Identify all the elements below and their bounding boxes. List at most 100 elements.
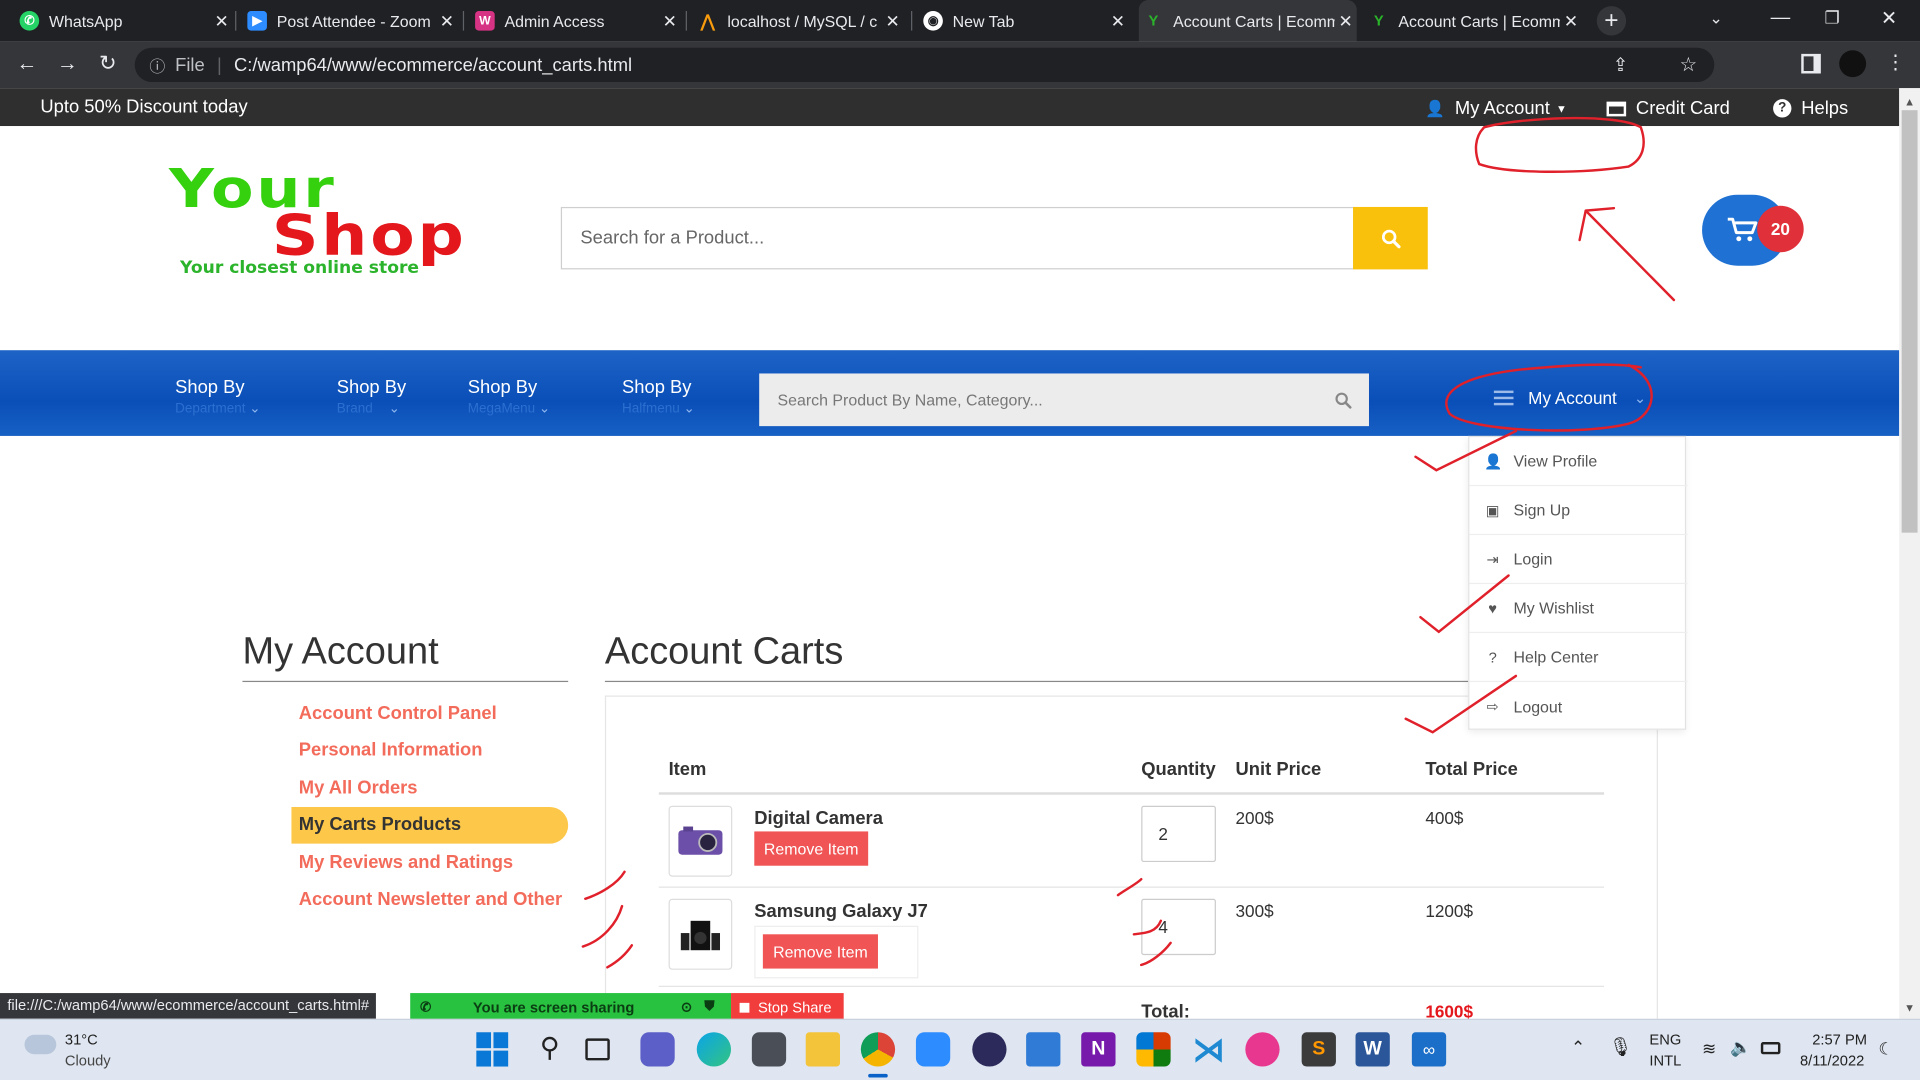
- close-icon[interactable]: ✕: [211, 10, 233, 31]
- task-view-icon[interactable]: [585, 1038, 610, 1061]
- remote-app-icon[interactable]: ∞: [1411, 1032, 1447, 1067]
- share-icon[interactable]: ⇪: [1613, 54, 1628, 76]
- screen-share-bar: ✆ You are screen sharing ⊙ ⛊: [410, 993, 732, 1022]
- window-close-icon[interactable]: ✕: [1881, 6, 1897, 30]
- reload-icon[interactable]: ↻: [94, 51, 121, 75]
- tab-whatsapp[interactable]: ✆ WhatsApp ✕: [15, 0, 233, 42]
- edge-icon[interactable]: [696, 1032, 732, 1067]
- forward-arrow-icon[interactable]: →: [54, 51, 81, 75]
- stop-icon: [739, 1002, 750, 1013]
- screen-share-status: You are screen sharing: [472, 998, 635, 1016]
- sublime-icon[interactable]: S: [1301, 1032, 1336, 1067]
- annotation-tick: [1140, 941, 1172, 967]
- side-panel-icon[interactable]: [1801, 53, 1821, 74]
- tab-new-tab[interactable]: ◉ New Tab ✕: [918, 0, 1129, 42]
- office-icon[interactable]: [1136, 1032, 1171, 1067]
- close-icon[interactable]: ✕: [1335, 10, 1357, 31]
- vscode-icon[interactable]: ⋊: [1191, 1032, 1225, 1066]
- battery-icon[interactable]: [1760, 1042, 1781, 1055]
- browser-tab-strip: ✆ WhatsApp ✕ ▶ Post Attendee - Zoom ✕ W …: [0, 0, 1920, 42]
- stop-share-button[interactable]: Stop Share: [731, 993, 844, 1022]
- restore-icon[interactable]: ❐: [1825, 7, 1840, 28]
- annotation-circle: [1445, 363, 1653, 432]
- windows-taskbar: 31°C Cloudy ⚲ N ⋊ S W ∞ ⌃ 🎙 ENG INTL ≋ 🔈…: [0, 1018, 1920, 1080]
- language-primary[interactable]: ENG: [1649, 1031, 1681, 1048]
- eclipse-icon[interactable]: [972, 1032, 1007, 1067]
- clock-time[interactable]: 2:57 PM: [1812, 1031, 1867, 1048]
- tab-title: Admin Access: [504, 11, 605, 31]
- zoom-icon: ▶: [247, 11, 267, 31]
- cloud-icon: [24, 1034, 57, 1055]
- menu-kebab-icon[interactable]: ⋮: [1886, 50, 1906, 74]
- search-icon[interactable]: ⚲: [533, 1032, 567, 1066]
- tab-title: Account Carts | Ecomm: [1398, 11, 1561, 31]
- viewport: ✆ WhatsApp ✕ ▶ Post Attendee - Zoom ✕ W …: [0, 0, 1920, 1080]
- page-scrollbar[interactable]: ▲ ▼: [1899, 88, 1920, 1019]
- chrome-icon[interactable]: [860, 1032, 896, 1067]
- clock-date[interactable]: 8/11/2022: [1800, 1052, 1864, 1069]
- active-app-indicator: [868, 1073, 888, 1078]
- annotation-tick: [1132, 919, 1163, 936]
- windows-start-icon[interactable]: [476, 1032, 510, 1067]
- admin-icon: W: [475, 11, 495, 31]
- annotation-check: [1419, 574, 1510, 634]
- scroll-up-arrow-icon[interactable]: ▲: [1904, 96, 1915, 108]
- scroll-down-arrow-icon[interactable]: ▼: [1904, 1002, 1915, 1014]
- tab-search-chevron-icon[interactable]: ⌄: [1709, 9, 1722, 29]
- weather-desc[interactable]: Cloudy: [65, 1052, 111, 1069]
- url-scheme: File: [175, 54, 205, 76]
- tab-phpmyadmin[interactable]: ⋀ localhost / MySQL / c ✕: [693, 0, 904, 42]
- annotation-overlay: [581, 116, 1676, 969]
- close-icon[interactable]: ✕: [1107, 10, 1129, 31]
- bookmark-star-icon[interactable]: ☆: [1680, 53, 1698, 77]
- close-icon[interactable]: ✕: [882, 10, 904, 31]
- weather-temp[interactable]: 31°C: [65, 1031, 98, 1048]
- annotation-tick: [581, 904, 624, 948]
- minimize-icon[interactable]: —: [1771, 7, 1791, 29]
- tab-account-carts[interactable]: Y Account Carts | Ecomm ✕: [1364, 0, 1582, 42]
- onenote-icon[interactable]: N: [1081, 1032, 1116, 1067]
- shop-icon: Y: [1373, 12, 1384, 30]
- chevron-up-icon[interactable]: ⌃: [1571, 1037, 1585, 1058]
- url-text[interactable]: C:/wamp64/www/ecommerce/account_carts.ht…: [234, 54, 632, 75]
- tab-title: WhatsApp: [48, 11, 123, 31]
- volume-icon[interactable]: 🔈: [1730, 1037, 1751, 1058]
- camera-app-icon[interactable]: [751, 1032, 787, 1067]
- annotation-check: [1414, 429, 1518, 472]
- microphone-icon[interactable]: 🎙: [1609, 1036, 1632, 1058]
- annotation-arrow: [1578, 206, 1676, 302]
- moon-icon[interactable]: ☾: [1878, 1038, 1893, 1059]
- new-tab-plus-icon[interactable]: +: [1596, 6, 1627, 36]
- wifi-icon[interactable]: ≋: [1702, 1038, 1716, 1059]
- tab-title: Post Attendee - Zoom: [276, 11, 431, 31]
- back-arrow-icon[interactable]: ←: [13, 51, 40, 75]
- scrollbar-thumb[interactable]: [1901, 110, 1918, 533]
- zoom-app-icon[interactable]: [915, 1032, 951, 1067]
- annotation-tick: [584, 870, 626, 901]
- phpmyadmin-icon: ⋀: [700, 10, 715, 31]
- tab-admin-access[interactable]: W Admin Access ✕: [470, 0, 681, 42]
- info-icon[interactable]: ⓘ: [149, 53, 165, 76]
- teams-chat-icon[interactable]: [640, 1032, 675, 1067]
- address-bar[interactable]: ⓘ File | C:/wamp64/www/ecommerce/account…: [134, 47, 1715, 83]
- wamp-icon[interactable]: [1245, 1032, 1280, 1067]
- stop-share-label: Stop Share: [757, 998, 832, 1016]
- shield-icon: ⛊: [704, 999, 715, 1014]
- close-icon[interactable]: ✕: [1560, 10, 1582, 31]
- tab-zoom[interactable]: ▶ Post Attendee - Zoom ✕: [242, 0, 458, 42]
- close-icon[interactable]: ✕: [436, 10, 458, 31]
- file-explorer-icon[interactable]: [805, 1032, 841, 1067]
- profile-avatar[interactable]: [1839, 50, 1867, 78]
- close-icon[interactable]: ✕: [659, 10, 681, 31]
- language-secondary[interactable]: INTL: [1649, 1052, 1681, 1069]
- notepad-icon[interactable]: [1026, 1032, 1061, 1067]
- chrome-icon: ◉: [923, 11, 943, 31]
- status-url-bubble: file:///C:/wamp64/www/ecommerce/account_…: [0, 993, 377, 1019]
- tab-account-carts-active[interactable]: Y Account Carts | Ecomm ✕: [1138, 0, 1357, 42]
- annotation-tick: [606, 944, 634, 969]
- whatsapp-icon: ✆: [19, 11, 40, 31]
- annotation-tick: [1116, 877, 1143, 897]
- annotation-circle: [1474, 116, 1645, 173]
- annotation-check: [1404, 674, 1518, 734]
- word-icon[interactable]: W: [1355, 1032, 1390, 1067]
